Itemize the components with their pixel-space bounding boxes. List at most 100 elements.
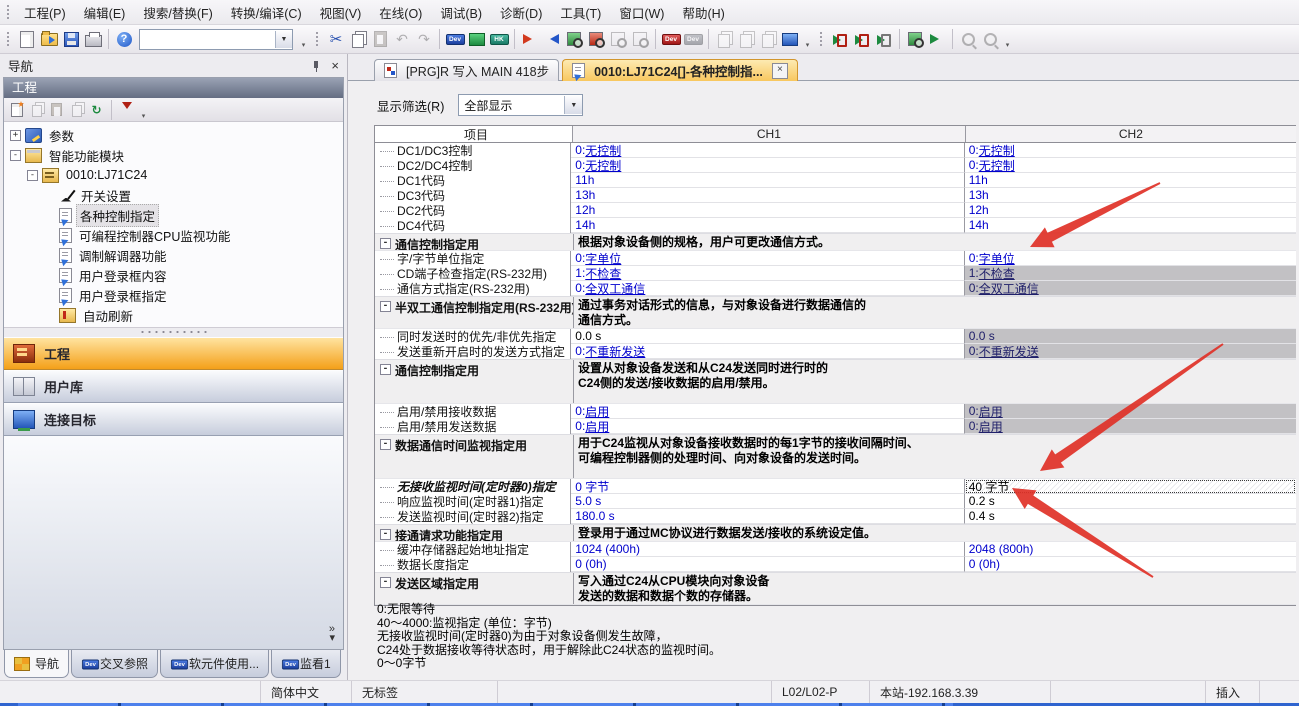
panel-tab[interactable]: Dev交叉参照 [71, 650, 158, 678]
sort-filter-icon[interactable] [118, 101, 135, 118]
find-device-icon[interactable] [564, 29, 584, 49]
replace-disabled-icon[interactable] [630, 29, 650, 49]
navigation-more[interactable]: » ▾ [4, 436, 343, 650]
property-icon[interactable] [68, 101, 85, 118]
param-value-ch2[interactable]: 0.4 s [965, 509, 1296, 524]
param-value-ch2[interactable]: 0:不重新发送 [965, 344, 1296, 359]
zoom-in-icon[interactable] [958, 29, 978, 49]
zoom-out-icon[interactable] [980, 29, 1000, 49]
find-disabled-icon[interactable] [608, 29, 628, 49]
tree-item[interactable]: 可编程控制器CPU监视功能 [6, 225, 343, 245]
param-value-ch1[interactable]: 0:不重新发送 [571, 344, 964, 359]
convert-check-icon[interactable] [874, 29, 894, 49]
param-value-ch1[interactable]: 0.0 s [571, 329, 964, 344]
param-value-ch1[interactable]: 0:全双工通信 [571, 281, 964, 296]
param-value-ch2[interactable]: 0 (0h) [965, 557, 1296, 572]
tree-item[interactable]: 用户登录框指定 [6, 285, 343, 305]
param-value-ch1[interactable]: 0:启用 [571, 419, 964, 434]
window-doc-icon[interactable] [714, 29, 734, 49]
display-filter-select[interactable]: 全部显示 ▼ [458, 94, 583, 116]
chevron-down-icon[interactable]: ▼ [275, 31, 292, 48]
param-value-ch1[interactable]: 13h [571, 188, 964, 203]
menu-item[interactable]: 转换/编译(C) [222, 0, 311, 25]
collapse-icon[interactable]: - [380, 439, 391, 450]
param-value-ch2[interactable]: 12h [965, 203, 1296, 218]
tree-item[interactable]: 开关设置 [6, 185, 343, 205]
param-value-ch1[interactable]: 11h [571, 173, 964, 188]
menu-item[interactable]: 调试(B) [431, 0, 491, 25]
find-instruction-icon[interactable] [586, 29, 606, 49]
convert-icon[interactable] [830, 29, 850, 49]
find-combobox[interactable]: ▼ [139, 29, 293, 50]
param-value-ch2[interactable]: 13h [965, 188, 1296, 203]
param-value-ch2[interactable]: 0:全双工通信 [965, 281, 1296, 296]
chevron-down-icon[interactable]: ▾ [329, 634, 335, 643]
collapse-icon[interactable]: - [380, 364, 391, 375]
panel-tab[interactable]: Dev软元件使用... [160, 650, 269, 678]
view-button-project[interactable]: 工程 [4, 337, 343, 370]
menu-item[interactable]: 视图(V) [311, 0, 371, 25]
tree-item[interactable]: 自动刷新 [6, 305, 343, 325]
param-value-ch2[interactable]: 0.2 s [965, 494, 1296, 509]
param-value-ch1[interactable]: 0:无控制 [571, 143, 964, 158]
param-value-ch1[interactable]: 0 字节 [571, 479, 964, 494]
toolbar-overflow-icon[interactable]: ▾ [298, 29, 309, 49]
param-value-ch1[interactable]: 0:启用 [571, 404, 964, 419]
program-check-icon[interactable] [905, 29, 925, 49]
menu-item[interactable]: 窗口(W) [610, 0, 673, 25]
param-value-ch2[interactable]: 2048 (800h) [965, 542, 1296, 557]
param-value-ch2[interactable]: 11h [965, 173, 1296, 188]
param-value-ch2[interactable]: 40 字节 [965, 479, 1296, 494]
tree-item[interactable]: +参数 [6, 125, 343, 145]
copy-icon[interactable] [348, 29, 368, 49]
monitor-mode-icon[interactable] [780, 29, 800, 49]
chevron-down-icon[interactable]: ▼ [564, 96, 582, 114]
help-icon[interactable]: ? [114, 29, 134, 49]
device-monitor-icon[interactable] [467, 29, 487, 49]
toolbar-overflow-icon[interactable]: ▾ [802, 29, 813, 49]
param-value-ch2[interactable]: 0:无控制 [965, 158, 1296, 173]
param-value-ch1[interactable]: 5.0 s [571, 494, 964, 509]
toolbar-overflow-icon[interactable]: ▾ [1002, 29, 1013, 49]
read-from-plc-icon[interactable] [542, 29, 562, 49]
close-icon[interactable]: × [329, 59, 341, 72]
tree-item[interactable]: 各种控制指定 [6, 205, 343, 225]
execute-icon[interactable] [927, 29, 947, 49]
menu-item[interactable]: 工程(P) [15, 0, 75, 25]
collapse-icon[interactable]: - [380, 238, 391, 249]
close-icon[interactable]: × [772, 63, 788, 79]
param-value-ch1[interactable]: 180.0 s [571, 509, 964, 524]
menu-item[interactable]: 诊断(D) [491, 0, 551, 25]
device-write-icon[interactable]: Dev [445, 29, 465, 49]
menu-item[interactable]: 在线(O) [370, 0, 431, 25]
refresh-icon[interactable]: ↻ [88, 101, 105, 118]
expand-icon[interactable]: + [10, 130, 21, 141]
param-value-ch2[interactable]: 0:字单位 [965, 251, 1296, 266]
param-value-ch1[interactable]: 1024 (400h) [571, 542, 964, 557]
param-value-ch1[interactable]: 1:不检查 [571, 266, 964, 281]
param-value-ch2[interactable]: 0:启用 [965, 419, 1296, 434]
device-test-icon[interactable]: Dev [661, 29, 681, 49]
param-value-ch2[interactable]: 0:无控制 [965, 143, 1296, 158]
param-value-ch2[interactable]: 0.0 s [965, 329, 1296, 344]
splitter-handle[interactable] [4, 327, 343, 337]
collapse-icon[interactable]: - [380, 301, 391, 312]
tree-item[interactable]: 用户登录框内容 [6, 265, 343, 285]
open-project-icon[interactable] [39, 29, 59, 49]
param-value-ch1[interactable]: 12h [571, 203, 964, 218]
tree-item[interactable]: 调制解调器功能 [6, 245, 343, 265]
panel-tab[interactable]: Dev监看1 [271, 650, 341, 678]
param-value-ch2[interactable]: 1:不检查 [965, 266, 1296, 281]
document-tab[interactable]: [PRG]R 写入 MAIN 418步 [374, 59, 559, 81]
menu-item[interactable]: 编辑(E) [75, 0, 135, 25]
menu-item[interactable]: 帮助(H) [673, 0, 733, 25]
param-value-ch1[interactable]: 0 (0h) [571, 557, 964, 572]
collapse-icon[interactable]: - [27, 170, 38, 181]
param-value-ch1[interactable]: 0:字单位 [571, 251, 964, 266]
device-test-off-icon[interactable]: Dev [683, 29, 703, 49]
collapse-icon[interactable]: - [380, 529, 391, 540]
param-value-ch1[interactable]: 0:无控制 [571, 158, 964, 173]
panel-tab[interactable]: 导航 [4, 650, 69, 678]
paste-item-icon[interactable] [48, 101, 65, 118]
device-verify-icon[interactable]: HK [489, 29, 509, 49]
